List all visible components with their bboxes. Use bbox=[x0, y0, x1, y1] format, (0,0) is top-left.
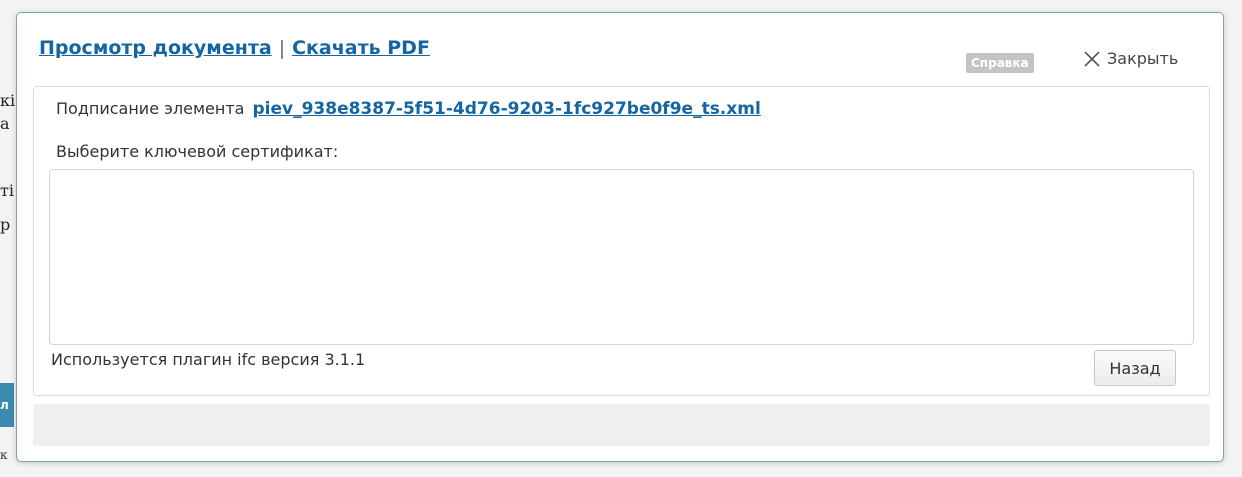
back-button[interactable]: Назад bbox=[1094, 350, 1176, 386]
help-button[interactable]: Справка bbox=[966, 53, 1034, 73]
background-text-fragment: ті bbox=[0, 181, 14, 200]
signing-panel: Подписание элемента piev_938e8387-5f51-4d… bbox=[33, 86, 1210, 396]
background-button-fragment: л bbox=[0, 383, 14, 427]
certificate-list[interactable] bbox=[49, 169, 1194, 345]
signing-element-line: Подписание элемента piev_938e8387-5f51-4d… bbox=[56, 99, 761, 119]
signing-element-label: Подписание элемента bbox=[56, 99, 245, 118]
background-text-fragment: к bbox=[0, 448, 8, 462]
background-text-fragment: а bbox=[0, 114, 10, 133]
background-text-fragment: р bbox=[0, 215, 11, 234]
download-pdf-link[interactable]: Скачать PDF bbox=[292, 37, 430, 59]
choose-certificate-label: Выберите ключевой сертификат: bbox=[56, 142, 339, 161]
close-icon bbox=[1083, 50, 1101, 68]
background-text-fragment: кі bbox=[0, 91, 16, 110]
view-document-link[interactable]: Просмотр документа bbox=[39, 37, 272, 59]
close-label: Закрыть bbox=[1107, 49, 1179, 68]
close-button[interactable]: Закрыть bbox=[1083, 49, 1178, 68]
sign-dialog: Просмотр документа | Скачать PDF Справка З… bbox=[16, 12, 1224, 462]
plugin-version-text: Используется плагин ifc версия 3.1.1 bbox=[51, 350, 366, 369]
signed-file-link[interactable]: piev_938e8387-5f51-4d76-9203-1fc927be0f9… bbox=[252, 99, 760, 119]
header-separator: | bbox=[278, 37, 286, 59]
dialog-footer-bar bbox=[33, 404, 1210, 446]
dialog-header-links: Просмотр документа | Скачать PDF bbox=[39, 37, 430, 59]
